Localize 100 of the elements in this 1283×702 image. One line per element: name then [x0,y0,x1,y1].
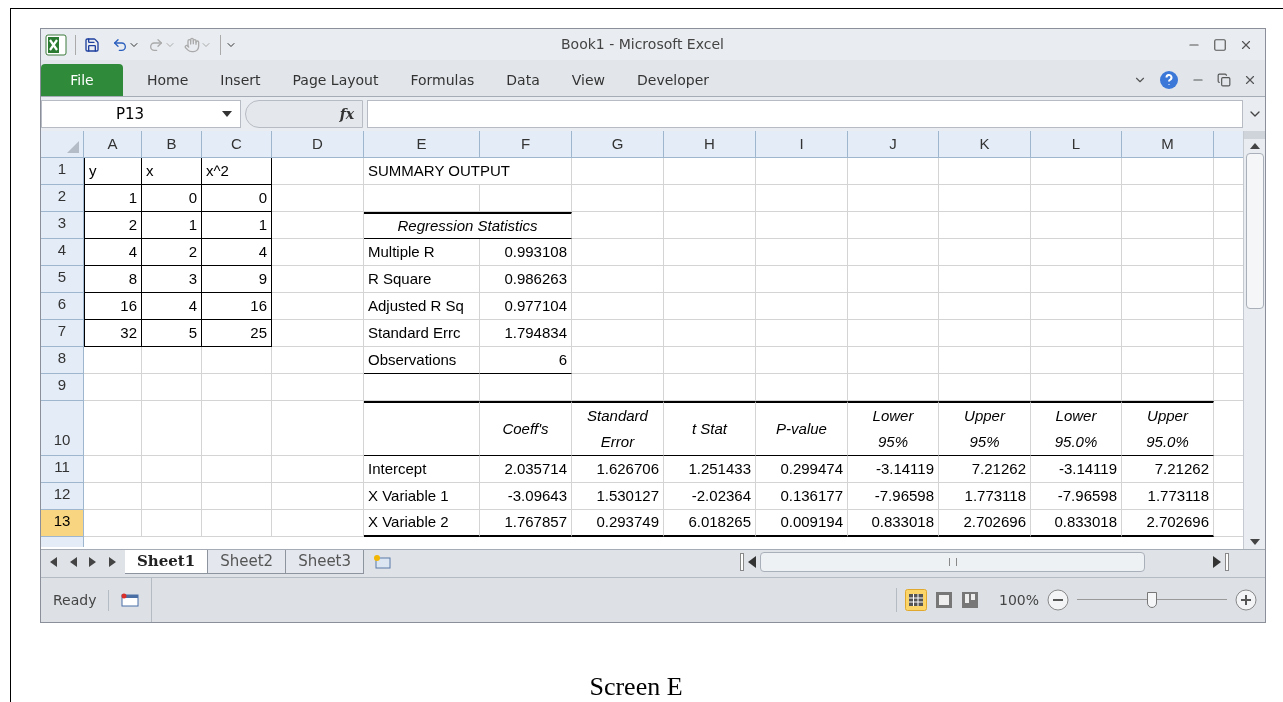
split-handle[interactable] [1244,131,1265,139]
scroll-left-icon[interactable] [748,556,756,568]
column-header[interactable]: F [480,131,572,158]
table-cell: Lower 95.0% [1031,401,1122,456]
help-icon[interactable] [1159,70,1179,90]
scroll-up-icon[interactable] [1249,143,1260,149]
table-cell: 0 [142,185,202,212]
scroll-left-icon[interactable] [69,557,77,567]
table-cell: 2.702696 [1122,510,1214,537]
table-cell [142,374,202,401]
table-cell [84,374,142,401]
column-header[interactable]: E [364,131,480,158]
macro-record-icon[interactable] [121,593,140,607]
page-layout-icon[interactable] [934,591,953,609]
row-header[interactable]: 5 [41,266,84,293]
close-icon[interactable] [1243,73,1257,87]
table-cell: Upper 95.0% [1122,401,1214,456]
table-cell: Adjusted R Sq [364,293,480,320]
column-header[interactable]: G [572,131,664,158]
vertical-scrollbar[interactable] [1243,131,1265,549]
scroll-left-icon[interactable] [49,557,57,567]
formula-field[interactable] [367,100,1243,128]
row-header[interactable]: 6 [41,293,84,320]
table-cell [142,510,202,537]
sheet-tab[interactable]: Sheet1 [125,550,209,574]
row-header[interactable]: 7 [41,320,84,347]
row-header[interactable]: 4 [41,239,84,266]
scroll-thumb[interactable] [1245,153,1264,309]
normal-view-icon[interactable] [904,589,927,611]
sheet-tab[interactable]: Sheet2 [208,550,287,574]
column-header[interactable]: L [1031,131,1122,158]
column-header[interactable]: M [1122,131,1214,158]
ribbon-tab[interactable]: Data [490,64,556,96]
table-cell: 1.773118 [939,483,1031,510]
table-cell: 32 [84,320,142,347]
save-icon[interactable] [84,36,100,53]
scroll-down-icon[interactable] [1249,539,1260,545]
scroll-right-icon[interactable] [89,557,97,567]
row-header[interactable]: 12 [41,483,84,510]
table-cell: 16 [202,293,272,320]
column-header[interactable]: I [756,131,848,158]
page-break-icon[interactable] [960,591,979,609]
scroll-right-icon[interactable] [1213,556,1221,568]
table-cell: 1.251433 [664,456,756,483]
column-header[interactable]: A [84,131,142,158]
table-cell [202,510,272,537]
table-cell: 7.21262 [1122,456,1214,483]
insert-function-label[interactable]: fx [339,103,354,125]
table-cell: 0.136177 [756,483,848,510]
zoom-level: 100% [998,590,1039,610]
column-header[interactable]: K [939,131,1031,158]
table-cell: 6.018265 [664,510,756,537]
table-cell: 1.767857 [480,510,572,537]
column-header[interactable]: D [272,131,364,158]
column-header[interactable]: J [848,131,939,158]
table-cell [202,456,272,483]
ribbon-tab[interactable]: Formulas [394,64,491,96]
name-box[interactable]: P13 [41,100,241,128]
table-cell: Upper 95% [939,401,1031,456]
maximize-icon[interactable] [1213,37,1227,52]
row-header[interactable]: 13 [41,510,84,537]
ribbon-tab[interactable]: Page Layout [276,64,395,96]
table-cell: 1.530127 [572,483,664,510]
row-header[interactable]: 2 [41,185,84,212]
ribbon-tab[interactable]: Developer [621,64,726,96]
row-header[interactable]: 8 [41,347,84,374]
table-cell: 1.626706 [572,456,664,483]
row-header[interactable]: 1 [41,158,84,185]
row-header[interactable]: 11 [41,456,84,483]
ribbon-tab[interactable]: File [41,64,123,96]
column-header[interactable]: C [202,131,272,158]
table-cell: 0.009194 [756,510,848,537]
scroll-right-icon[interactable] [109,557,117,567]
row-header[interactable]: 3 [41,212,84,239]
spreadsheet-logo-icon[interactable] [45,33,67,56]
row-header[interactable]: 9 [41,374,84,401]
restore-icon[interactable] [1217,73,1231,87]
undo-icon[interactable] [112,36,128,53]
table-cell: 0.993108 [480,239,572,266]
column-header[interactable]: H [664,131,756,158]
ribbon-tab[interactable]: Home [131,64,205,96]
table-cell: 25 [202,320,272,347]
zoom-out-icon[interactable] [1047,589,1069,611]
table-cell: 0.833018 [848,510,939,537]
column-header[interactable]: B [142,131,202,158]
row-header[interactable]: 10 [41,401,84,456]
table-cell: 0 [202,185,272,212]
table-cell [202,347,272,374]
table-cell: 3 [142,266,202,293]
ribbon-tab[interactable]: View [555,64,621,96]
table-cell: R Square [364,266,480,293]
table-cell: 0.293749 [572,510,664,537]
table-cell: Lower 95% [848,401,939,456]
zoom-slider-thumb[interactable] [1147,592,1157,608]
table-cell: Intercept [364,456,480,483]
caret-icon[interactable] [222,111,232,117]
sheet-tab[interactable]: Sheet3 [286,550,365,574]
zoom-in-icon[interactable] [1235,589,1257,611]
ribbon-tab[interactable]: Insert [204,64,277,96]
horizontal-scrollbar[interactable] [760,552,1145,572]
